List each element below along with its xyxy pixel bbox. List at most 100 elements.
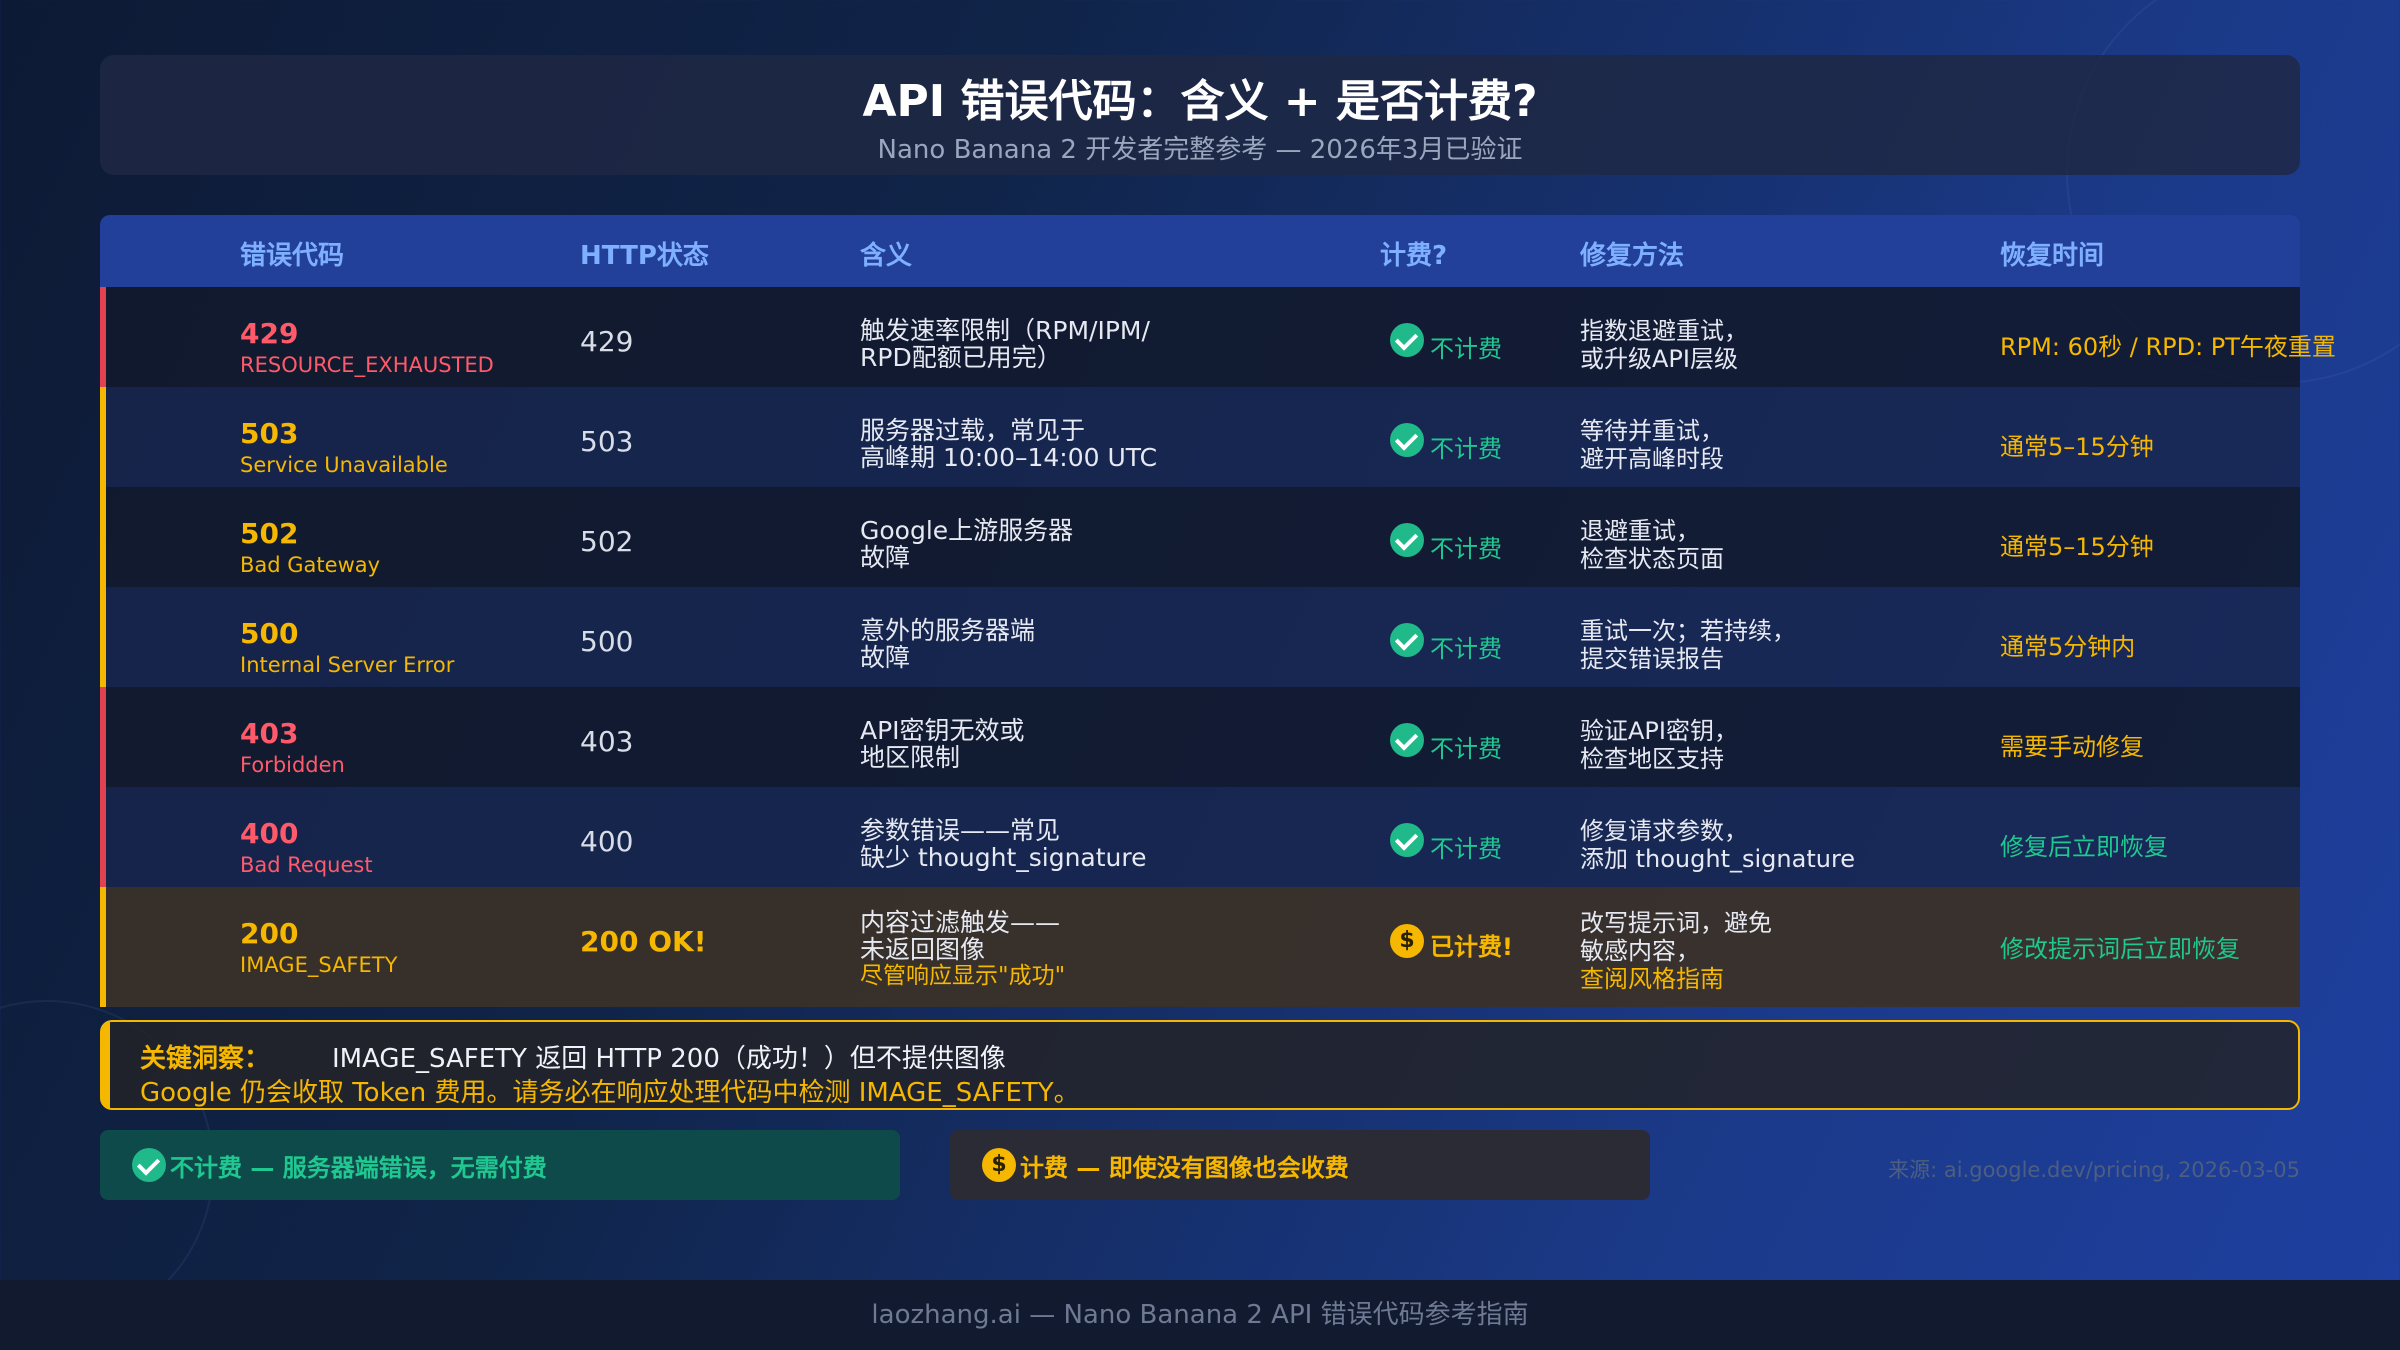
billing-label: 不计费 [1430, 835, 1502, 863]
table-row: 403 Forbidden 403 API密钥无效或 地区限制 不计费 验证AP… [100, 687, 2300, 787]
fix-line: 提交错误报告 [1580, 645, 1724, 673]
meaning-line: 高峰期 10:00–14:00 UTC [860, 443, 1158, 472]
table-row: 429 RESOURCE_EXHAUSTED 429 触发速率限制（RPM/IP… [100, 287, 2336, 387]
check-icon [1390, 822, 1424, 857]
legend-free-label: 不计费 — 服务器端错误，无需付费 [170, 1153, 547, 1182]
table-row: 200 IMAGE_SAFETY 200 OK! 内容过滤触发—— 未返回图像 … [100, 887, 2300, 1007]
fix-method: 修复请求参数， 添加 thought_signature [1580, 817, 1855, 873]
fix-method: 退避重试， 检查状态页面 [1580, 517, 1724, 573]
fix-method: 指数退避重试， 或升级API层级 [1580, 317, 1748, 373]
meaning-line: 内容过滤触发—— [860, 908, 1061, 937]
fix-line: 退避重试， [1580, 517, 1700, 545]
column-header-http-status: HTTP状态 [580, 241, 709, 271]
fix-method: 重试一次；若持续， 提交错误报告 [1580, 617, 1796, 673]
dollar-icon: $ [982, 1148, 1016, 1182]
billing-label: 不计费 [1430, 735, 1502, 763]
table-row: 503 Service Unavailable 503 服务器过载，常见于 高峰… [100, 387, 2300, 487]
meaning: 触发速率限制（RPM/IPM/ RPD配额已用完） [860, 317, 1200, 371]
recovery-time: 修改提示词后立即恢复 [2000, 935, 2240, 963]
meaning: Google上游服务器 故障 [860, 517, 1200, 571]
column-header-fix: 修复方法 [1580, 241, 1685, 271]
http-status: 500 [580, 625, 634, 658]
billing-label: 不计费 [1430, 335, 1502, 363]
column-header-meaning: 含义 [860, 241, 913, 271]
http-status: 502 [580, 525, 634, 558]
legend-paid: $ 计费 — 即使没有图像也会收费 [950, 1130, 1650, 1200]
billing-label: 不计费 [1430, 535, 1502, 563]
check-icon [1390, 622, 1424, 657]
page-title: API 错误代码：含义 + 是否计费? [862, 76, 1538, 127]
check-icon [1390, 522, 1424, 557]
fix-line: 避开高峰时段 [1580, 445, 1724, 473]
billing-label: 不计费 [1430, 635, 1502, 663]
billing-status: 不计费 [1390, 815, 1502, 864]
fix-line: 改写提示词，避免 [1580, 909, 1772, 937]
meaning-line: Google上游服务器 [860, 516, 1074, 545]
billing-status: 不计费 [1390, 615, 1502, 664]
meaning-line: 触发速率限制（RPM/IPM/ [860, 316, 1150, 345]
error-code: 400 [240, 817, 299, 850]
meaning-line: 故障 [860, 543, 911, 572]
http-status: 429 [580, 325, 634, 358]
error-name: IMAGE_SAFETY [240, 953, 398, 977]
fix-line: 重试一次；若持续， [1580, 617, 1796, 645]
billing-status: 不计费 [1390, 715, 1502, 764]
billing-status: 不计费 [1390, 315, 1502, 364]
billing-status: 不计费 [1390, 415, 1502, 464]
error-name: Bad Request [240, 853, 373, 877]
error-code: 429 [240, 317, 299, 350]
error-code: 200 [240, 917, 299, 950]
source-note: 来源: ai.google.dev/pricing, 2026-03-05 [1888, 1158, 2300, 1182]
column-header-error-code: 错误代码 [240, 241, 345, 271]
row-accent-bar [100, 687, 106, 787]
check-icon [132, 1148, 166, 1182]
insight-text: IMAGE_SAFETY 返回 HTTP 200（成功！）但不提供图像 [332, 1044, 1006, 1074]
meaning-line: 故障 [860, 643, 911, 672]
row-accent-bar [100, 287, 106, 387]
meaning-line: 意外的服务器端 [860, 616, 1036, 645]
fix-method: 改写提示词，避免 敏感内容， 查阅风格指南 [1580, 909, 1772, 993]
fix-line: 添加 thought_signature [1580, 845, 1856, 873]
recovery-time: RPM: 60秒 / RPD: PT午夜重置 [2000, 333, 2336, 361]
error-code: 500 [240, 617, 299, 650]
fix-method: 验证API密钥， 检查地区支持 [1580, 717, 1738, 773]
error-code: 502 [240, 517, 299, 550]
meaning: 参数错误——常见 缺少 thought_signature [860, 817, 1200, 871]
meaning-warning: 尽管响应显示"成功" [860, 963, 1066, 989]
check-icon [1390, 422, 1424, 457]
billing-status: 不计费 [1390, 515, 1502, 564]
error-code-table: 错误代码 HTTP状态 含义 计费? 修复方法 恢复时间 429 RESOURC… [100, 215, 2336, 1007]
billing-label: 不计费 [1430, 435, 1502, 463]
row-accent-bar [100, 787, 106, 887]
fix-line: 检查地区支持 [1580, 745, 1724, 773]
recovery-time: 修复后立即恢复 [2000, 833, 2168, 861]
fix-method: 等待并重试， 避开高峰时段 [1580, 417, 1724, 473]
fix-line: 修复请求参数， [1580, 817, 1748, 845]
fix-line: 或升级API层级 [1580, 345, 1738, 373]
footer: laozhang.ai — Nano Banana 2 API 错误代码参考指南 [0, 1280, 2400, 1350]
http-status: 200 OK! [580, 925, 707, 958]
error-name: Forbidden [240, 753, 345, 777]
column-header-billing: 计费? [1380, 241, 1448, 271]
header-card: API 错误代码：含义 + 是否计费? Nano Banana 2 开发者完整参… [100, 55, 2300, 175]
meaning: 服务器过载，常见于 高峰期 10:00–14:00 UTC [860, 417, 1200, 471]
error-name: RESOURCE_EXHAUSTED [240, 353, 494, 377]
fix-line: 验证API密钥， [1580, 717, 1738, 745]
meaning-line: 地区限制 [860, 743, 961, 772]
legend-paid-label: 计费 — 即使没有图像也会收费 [1020, 1153, 1349, 1182]
fix-line: 指数退避重试， [1580, 317, 1748, 345]
row-accent-bar [100, 887, 106, 1007]
key-insight-box: 关键洞察： IMAGE_SAFETY 返回 HTTP 200（成功！）但不提供图… [100, 1020, 2300, 1110]
insight-text: Google 仍会收取 Token 费用。请务必在响应处理代码中检测 IMAGE… [140, 1078, 1080, 1108]
meaning-line: 未返回图像 [860, 935, 986, 964]
meaning: 意外的服务器端 故障 [860, 617, 1200, 671]
fix-line: 等待并重试， [1580, 417, 1724, 445]
table-row: 400 Bad Request 400 参数错误——常见 缺少 thought_… [100, 787, 2300, 887]
meaning: 内容过滤触发—— 未返回图像 尽管响应显示"成功" [860, 909, 1200, 990]
meaning-line: 服务器过载，常见于 [860, 416, 1086, 445]
recovery-time: 通常5–15分钟 [2000, 433, 2154, 461]
style-guide-link[interactable]: 查阅风格指南 [1580, 965, 1772, 993]
row-accent-bar [100, 387, 106, 487]
meaning-line: API密钥无效或 [860, 716, 1025, 745]
check-icon [1390, 322, 1424, 357]
